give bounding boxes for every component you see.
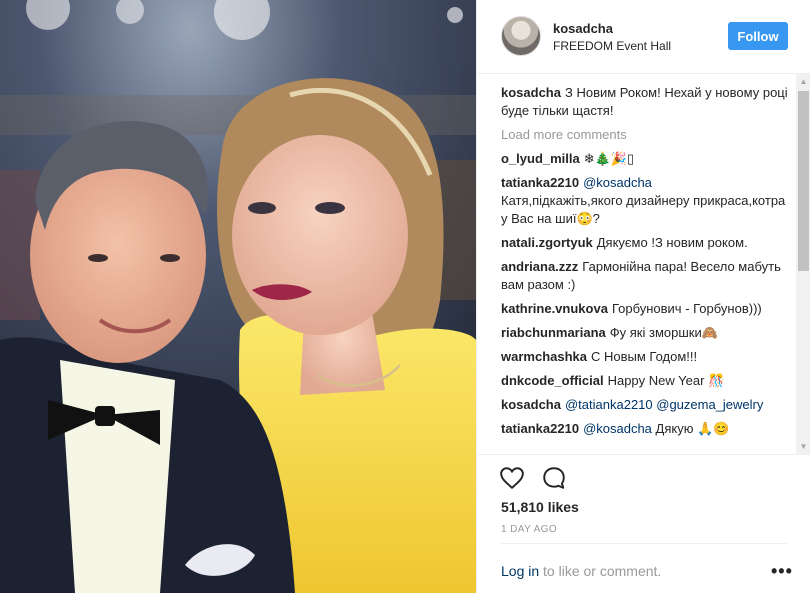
login-prompt-text: to like or comment. bbox=[543, 563, 662, 579]
post-header: kosadcha FREEDOM Event Hall Follow bbox=[477, 0, 810, 74]
comment-text: С Новым Годом!!! bbox=[591, 349, 698, 364]
comment-username[interactable]: riabchunmariana bbox=[501, 325, 606, 340]
comments-scrollbar[interactable]: ▲ ▼ bbox=[796, 74, 810, 454]
comment-username[interactable]: dnkcode_official bbox=[501, 373, 604, 388]
comment-username[interactable]: o_lyud_milla bbox=[501, 151, 580, 166]
comment-item: kathrine.vnukova Горбунович - Горбунов))) bbox=[501, 300, 793, 318]
comment-text: Дякую 🙏😊 bbox=[655, 421, 730, 436]
comment-username[interactable]: tatianka2210 bbox=[501, 175, 579, 190]
comment-mention[interactable]: @tatianka2210 @guzema_jewelry bbox=[565, 397, 763, 412]
scroll-up-arrow-icon[interactable]: ▲ bbox=[796, 74, 810, 89]
more-dots-icon[interactable]: ••• bbox=[771, 561, 793, 582]
comment-item: dnkcode_official Happy New Year 🎊 bbox=[501, 372, 793, 390]
comment-mention[interactable]: @kosadcha bbox=[583, 421, 652, 436]
comment-text: Happy New Year 🎊 bbox=[607, 373, 725, 388]
avatar[interactable] bbox=[501, 16, 541, 56]
header-username[interactable]: kosadcha bbox=[553, 21, 613, 36]
comment-text: Горбунович - Горбунов))) bbox=[611, 301, 762, 316]
divider bbox=[501, 543, 787, 544]
scroll-thumb[interactable] bbox=[798, 91, 809, 271]
comment-username[interactable]: tatianka2210 bbox=[501, 421, 579, 436]
comment-item: riabchunmariana Фу які зморшки🙈 bbox=[501, 324, 793, 342]
comments-list: kosadcha З Новим Роком! Нехай у новому ро… bbox=[501, 84, 793, 454]
comment-item: kosadcha @tatianka2210 @guzema_jewelry bbox=[501, 396, 793, 414]
comment-item: andriana.zzz Гармонійна пара! Весело мабу… bbox=[501, 258, 793, 294]
comment-item: o_lyud_milla ❄🎄🎉▯ bbox=[501, 150, 793, 168]
scroll-down-arrow-icon[interactable]: ▼ bbox=[796, 439, 810, 454]
post-timestamp: 1 DAY AGO bbox=[501, 524, 558, 535]
post-actions: 51,810 likes 1 DAY AGO Log in to like or… bbox=[477, 454, 810, 593]
load-more-comments-button[interactable]: Load more comments bbox=[501, 126, 793, 144]
comment-bubble-icon[interactable] bbox=[541, 465, 567, 491]
comment-item: warmchashka С Новым Годом!!! bbox=[501, 348, 793, 366]
caption-username[interactable]: kosadcha bbox=[501, 85, 561, 100]
login-prompt: Log in to like or comment. bbox=[501, 563, 661, 579]
comment-username[interactable]: natali.zgortyuk bbox=[501, 235, 593, 250]
follow-button[interactable]: Follow bbox=[728, 22, 788, 50]
login-link[interactable]: Log in bbox=[501, 563, 539, 579]
comment-text: Дякуємо !З новим роком. bbox=[596, 235, 748, 250]
header-location[interactable]: FREEDOM Event Hall bbox=[553, 39, 671, 53]
comment-text: Фу які зморшки🙈 bbox=[609, 325, 718, 340]
comment-text: ❄🎄🎉▯ bbox=[583, 151, 635, 166]
comment-username[interactable]: kosadcha bbox=[501, 397, 561, 412]
comment-username[interactable]: kathrine.vnukova bbox=[501, 301, 608, 316]
post-photo[interactable] bbox=[0, 0, 476, 593]
comment-username[interactable]: warmchashka bbox=[501, 349, 587, 364]
comment-mention[interactable]: @kosadcha bbox=[583, 175, 652, 190]
comment-username[interactable]: andriana.zzz bbox=[501, 259, 578, 274]
post-sidebar: kosadcha FREEDOM Event Hall Follow kosad… bbox=[476, 0, 810, 593]
comment-item: tatianka2210 @kosadcha Дякую 🙏😊 bbox=[501, 420, 793, 438]
caption: kosadcha З Новим Роком! Нехай у новому ро… bbox=[501, 84, 793, 120]
comment-item: tatianka2210 @kosadcha Катя,підкажіть,яког… bbox=[501, 174, 793, 228]
photo-illustration bbox=[0, 0, 476, 593]
comment-text: Катя,підкажіть,якого дизайнеру прикраса,… bbox=[501, 193, 786, 226]
comment-item: natali.zgortyuk Дякуємо !З новим роком. bbox=[501, 234, 793, 252]
heart-icon[interactable] bbox=[499, 465, 525, 491]
likes-count[interactable]: 51,810 likes bbox=[501, 499, 579, 515]
